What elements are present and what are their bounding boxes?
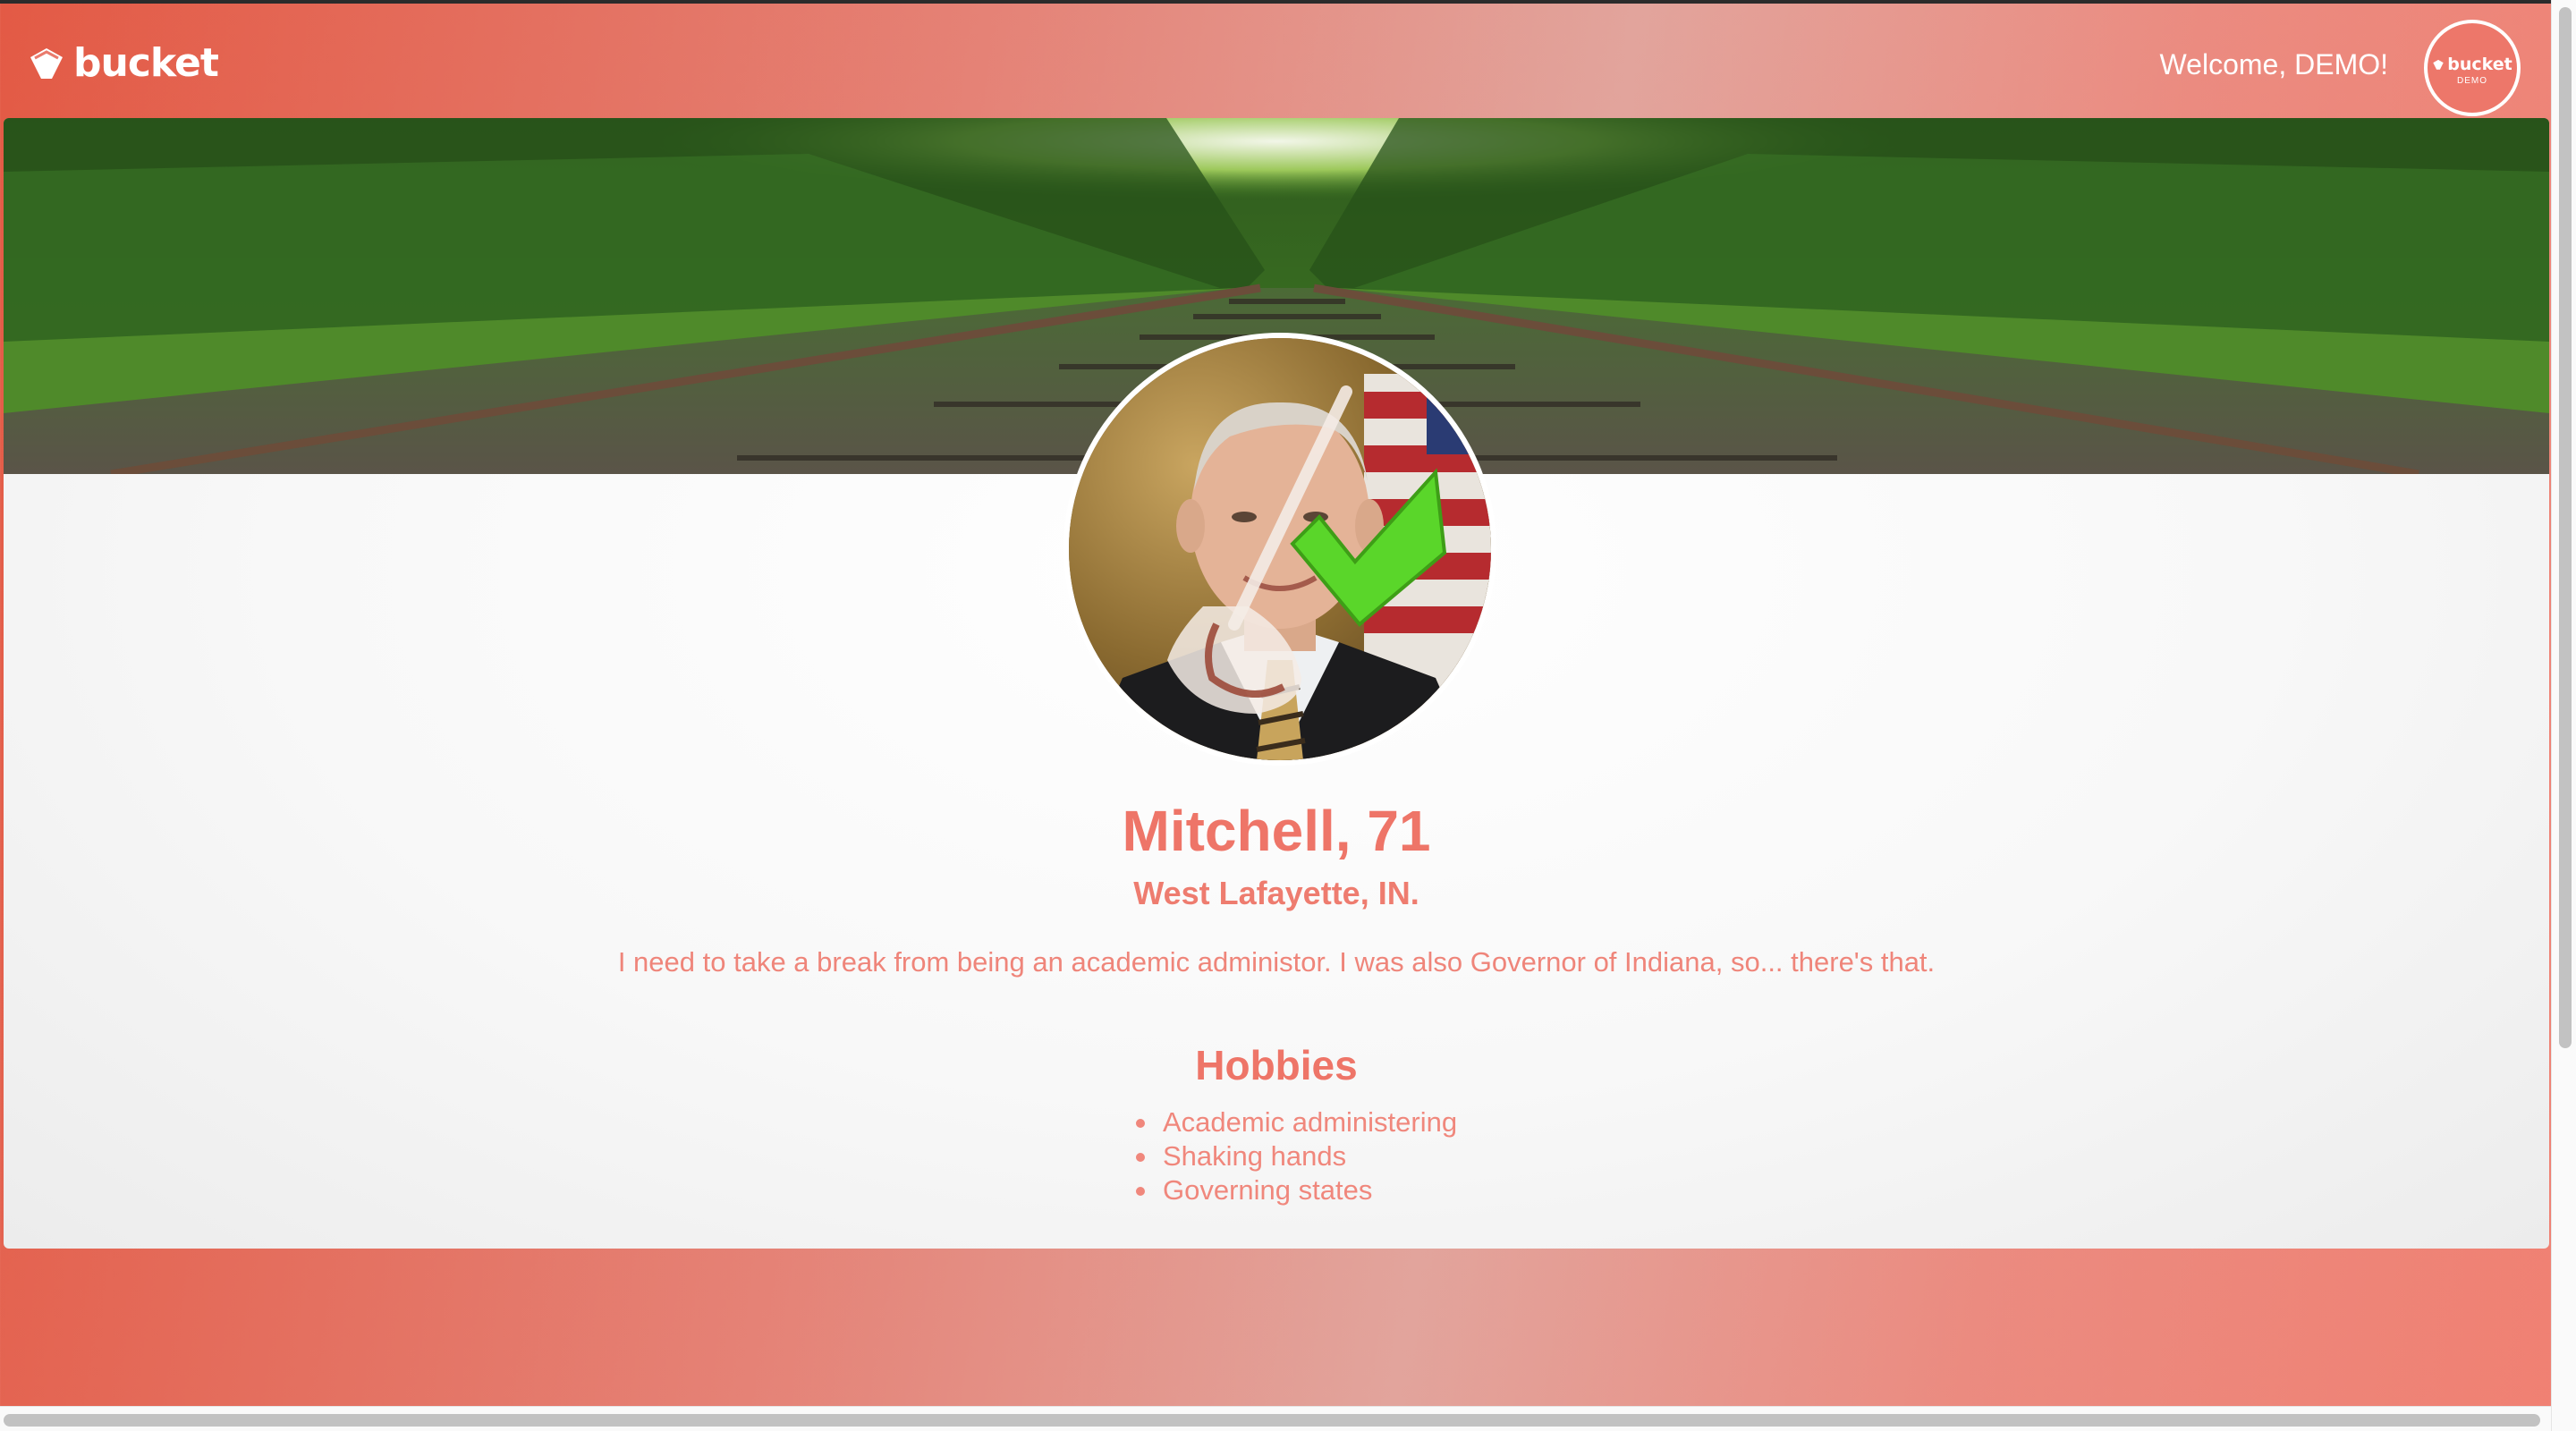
profile-card: Mitchell, 71 West Lafayette, IN. I need … (4, 118, 2549, 1249)
avatar-brand: bucket (2432, 55, 2512, 74)
avatar-brand-text: bucket (2447, 54, 2512, 74)
profile-name: Mitchell, 71 (1122, 799, 1431, 863)
user-avatar[interactable]: bucket DEMO (2424, 20, 2521, 116)
profile-photo[interactable] (1063, 333, 1496, 766)
avatar-label: DEMO (2457, 75, 2487, 86)
bullet-icon (1136, 1153, 1145, 1162)
hobby-label: Shaking hands (1163, 1140, 1347, 1172)
horizontal-scroll-thumb[interactable] (4, 1414, 2540, 1427)
hobbies-heading: Hobbies (1195, 1042, 1358, 1088)
bucket-logo-icon (30, 48, 63, 79)
profile-location: West Lafayette, IN. (1133, 875, 1419, 911)
hobby-label: Academic administering (1163, 1106, 1458, 1138)
list-item: Academic administering (1132, 1105, 1457, 1139)
checkmark-icon (1290, 468, 1447, 627)
logo[interactable]: bucket (27, 39, 219, 86)
vertical-scrollbar[interactable] (2551, 0, 2576, 1431)
hobbies-list: Academic administering Shaking hands Gov… (1132, 1105, 1457, 1207)
list-item: Shaking hands (1132, 1139, 1457, 1173)
bullet-icon (1136, 1119, 1145, 1128)
horizontal-scrollbar[interactable] (0, 1406, 2551, 1431)
hobby-label: Governing states (1163, 1174, 1373, 1206)
app-header: bucket Welcome, DEMO! bucket DEMO (0, 4, 2549, 118)
logo-text: bucket (73, 39, 219, 86)
list-item: Governing states (1132, 1173, 1457, 1207)
bucket-logo-icon (2433, 59, 2444, 70)
vertical-scroll-thumb[interactable] (2559, 7, 2572, 1048)
profile-bio: I need to take a break from being an aca… (617, 946, 1936, 978)
bullet-icon (1136, 1187, 1145, 1196)
welcome-message: Welcome, DEMO! (2159, 48, 2388, 80)
